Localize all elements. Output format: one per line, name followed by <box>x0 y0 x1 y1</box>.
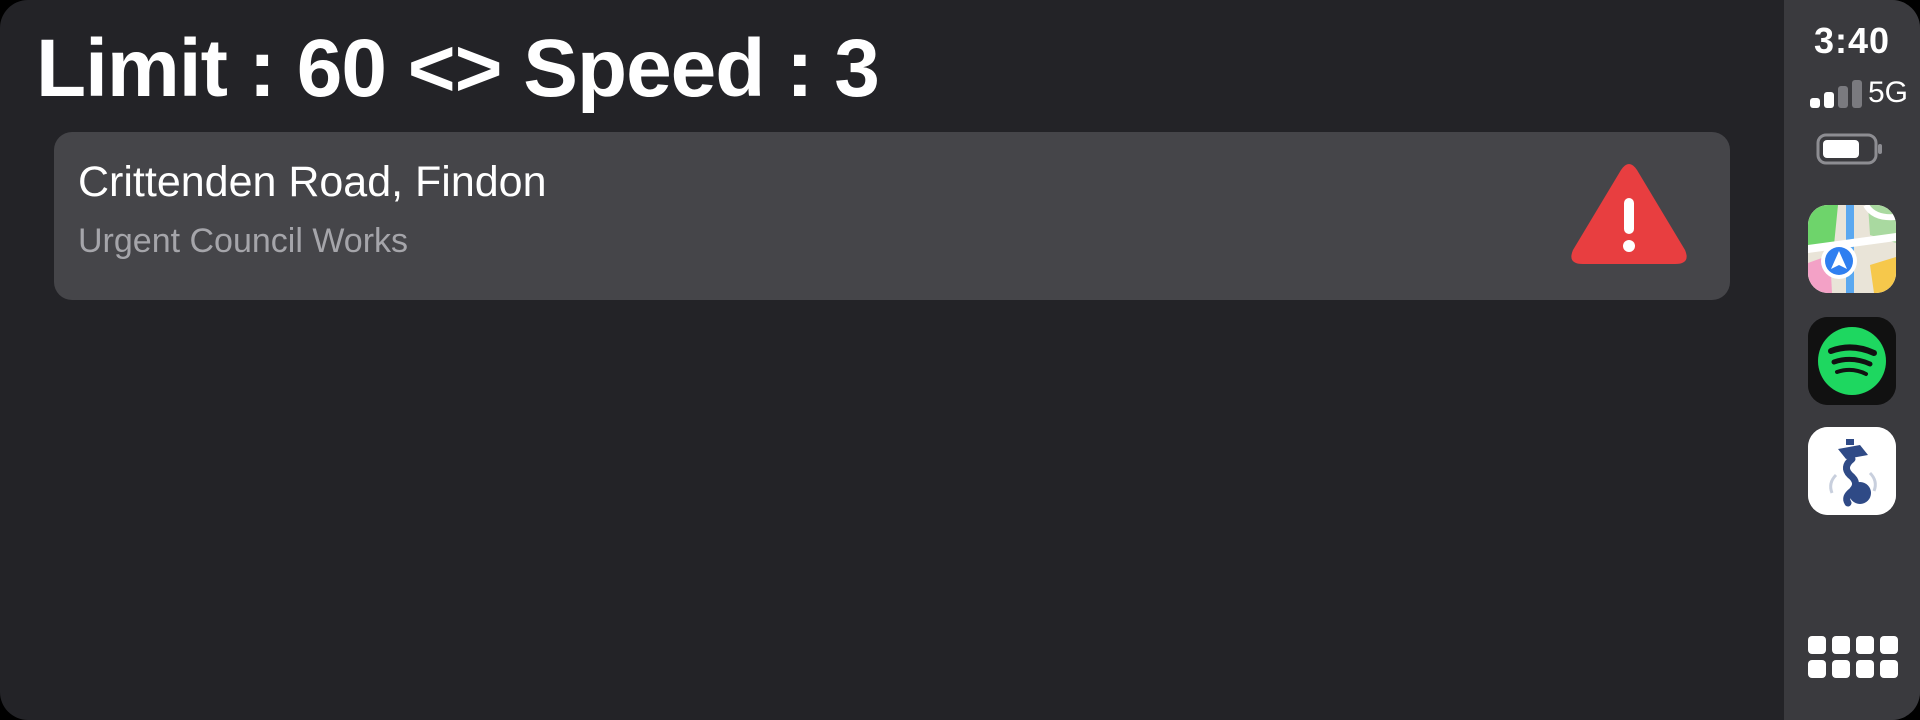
signal-bar <box>1810 98 1820 108</box>
warning-triangle-icon <box>1571 164 1687 264</box>
page-title: Limit : 60 <> Speed : 3 <box>36 23 880 114</box>
alert-card[interactable]: Crittenden Road, Findon Urgent Council W… <box>54 132 1730 300</box>
alert-road-name: Crittenden Road, Findon <box>78 158 547 206</box>
spotify-icon <box>1808 317 1896 405</box>
grid-dot <box>1832 636 1850 654</box>
maps-icon <box>1808 205 1896 293</box>
status-signal: 5G <box>1796 76 1916 110</box>
police-app-icon[interactable] <box>1808 427 1896 515</box>
grid-dot <box>1808 660 1826 678</box>
grid-dot <box>1808 636 1826 654</box>
alert-type: Urgent Council Works <box>78 222 409 260</box>
battery-icon <box>1816 133 1882 165</box>
grid-dot <box>1856 660 1874 678</box>
spotify-app-icon[interactable] <box>1808 317 1896 405</box>
network-type: 5G <box>1868 76 1909 109</box>
grid-dot <box>1880 660 1898 678</box>
grid-dot <box>1880 636 1898 654</box>
police-icon <box>1808 427 1896 515</box>
status-time: 3:40 <box>1813 20 1891 61</box>
app-grid-icon[interactable] <box>1808 636 1900 684</box>
signal-bars-icon <box>1810 78 1864 108</box>
maps-app-icon[interactable] <box>1808 205 1896 293</box>
signal-bar <box>1824 92 1834 108</box>
grid-dot <box>1856 636 1874 654</box>
carplay-screen: Limit : 60 <> Speed : 3 Crittenden Road,… <box>0 0 1920 720</box>
grid-dot <box>1832 660 1850 678</box>
signal-bar <box>1852 80 1862 108</box>
main-area: Limit : 60 <> Speed : 3 Crittenden Road,… <box>0 0 1784 720</box>
sidebar-dock: 3:40 5G <box>1784 0 1920 720</box>
signal-bar <box>1838 86 1848 108</box>
